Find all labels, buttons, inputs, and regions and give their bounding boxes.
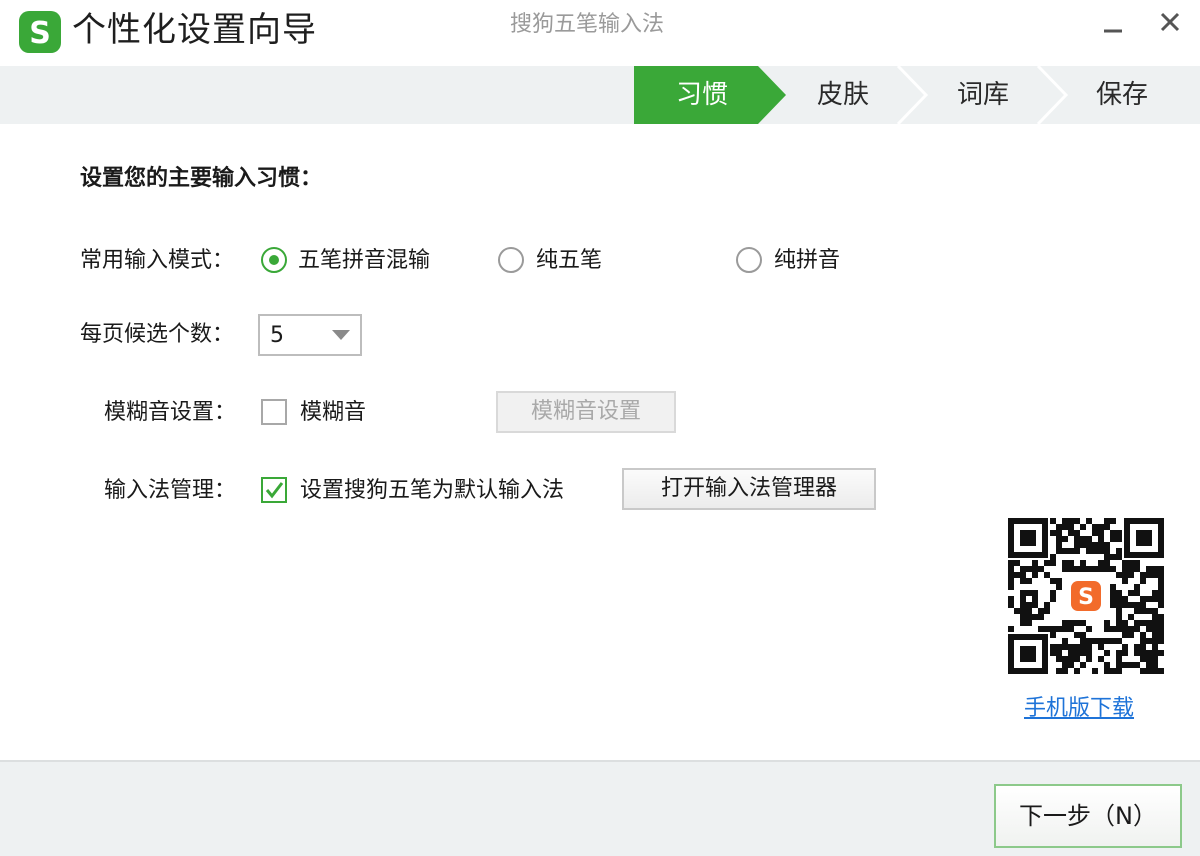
step-skin[interactable]: 皮肤 [786, 66, 900, 124]
mobile-download-link[interactable]: 手机版下载 [1024, 694, 1134, 724]
steps-bar: 习惯 皮肤 词库 保存 [0, 66, 1200, 124]
checkmark-icon [265, 482, 284, 499]
fuzzy-label: 模糊音设置： [104, 400, 237, 425]
fuzzy-checkbox[interactable] [261, 399, 287, 425]
step-save[interactable]: 保存 [1064, 66, 1180, 124]
svg-text:S: S [1078, 585, 1094, 610]
qr-code: S [1004, 514, 1168, 678]
step-habit[interactable]: 习惯 [650, 66, 754, 124]
sogou-logo-icon: S [19, 11, 61, 53]
footer-bar: 下一步（N） [0, 760, 1200, 856]
close-icon[interactable] [1150, 6, 1190, 42]
fuzzy-checkbox-label[interactable]: 模糊音 [300, 398, 366, 428]
radio-wubi-pinyin-mixed[interactable] [261, 247, 287, 273]
candidates-value: 5 [270, 323, 284, 348]
radio-wubi-pinyin-mixed-label[interactable]: 五笔拼音混输 [298, 246, 430, 276]
product-name: 搜狗五笔输入法 [510, 12, 665, 37]
radio-pure-pinyin[interactable] [736, 247, 762, 273]
title-bar: S 个性化设置向导 搜狗五笔输入法 [0, 0, 1200, 66]
radio-pure-wubi[interactable] [498, 247, 524, 273]
ime-manage-label: 输入法管理： [104, 478, 237, 503]
step-dictionary[interactable]: 词库 [926, 66, 1040, 124]
section-title: 设置您的主要输入习惯： [80, 166, 323, 191]
default-ime-checkbox-label[interactable]: 设置搜狗五笔为默认输入法 [300, 476, 564, 506]
radio-pure-wubi-label[interactable]: 纯五笔 [536, 246, 602, 276]
window-title: 个性化设置向导 [72, 10, 317, 50]
candidates-select[interactable]: 5 [258, 314, 362, 356]
svg-text:S: S [29, 16, 51, 51]
default-ime-checkbox[interactable] [261, 477, 287, 503]
open-ime-manager-button[interactable]: 打开输入法管理器 [622, 468, 876, 510]
candidates-label: 每页候选个数： [80, 322, 235, 347]
minimize-icon[interactable] [1094, 6, 1134, 42]
qr-sogou-logo-icon: S [1068, 578, 1104, 614]
input-mode-label: 常用输入模式： [80, 248, 235, 273]
radio-pure-pinyin-label[interactable]: 纯拼音 [774, 246, 840, 276]
next-step-button[interactable]: 下一步（N） [994, 784, 1182, 848]
fuzzy-settings-button[interactable]: 模糊音设置 [496, 391, 676, 433]
chevron-down-icon [332, 330, 350, 340]
